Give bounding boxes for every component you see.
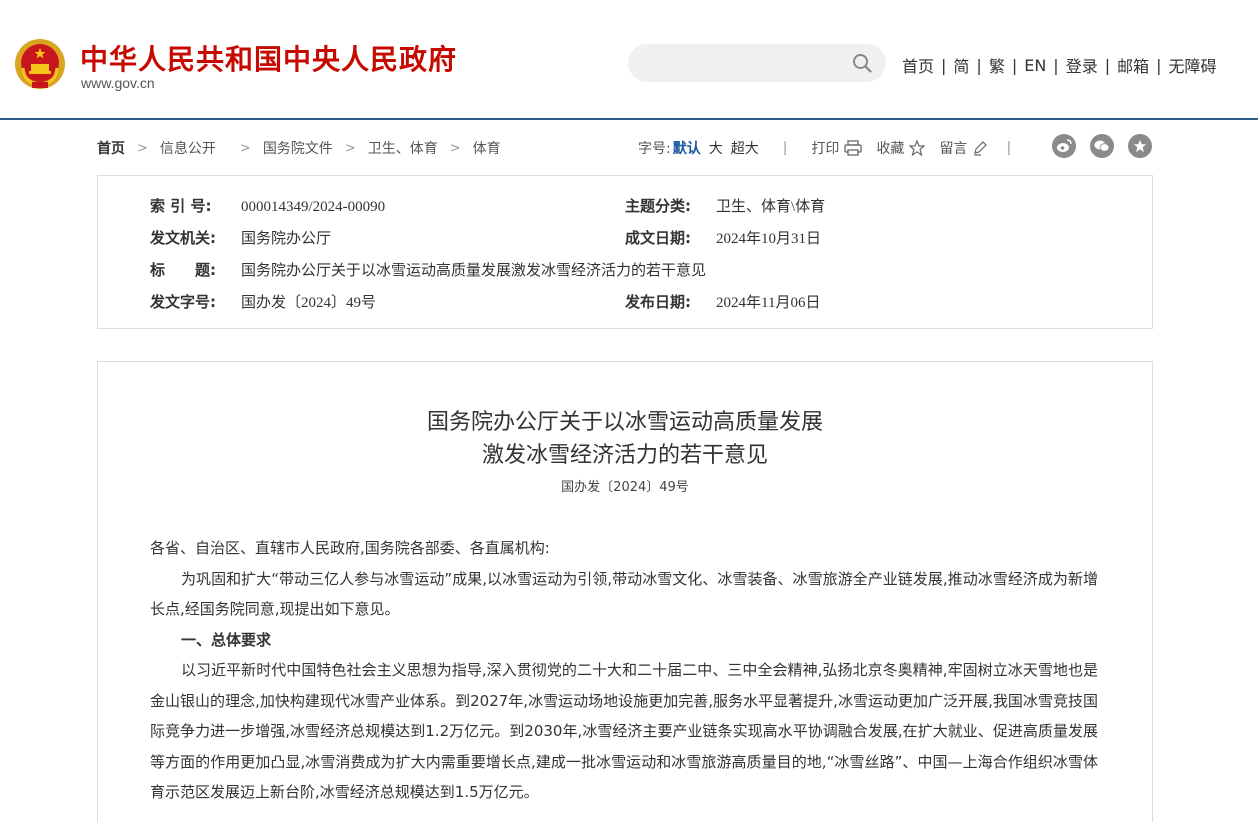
meta-title-label: 标 题: (150, 261, 216, 279)
tools-separator: | (1006, 140, 1012, 156)
nav-english[interactable]: EN (1024, 56, 1046, 75)
share-icons (1052, 134, 1166, 158)
meta-published-row: 发布日期: 2024年11月06日 (625, 291, 820, 312)
meta-docno-row: 发文字号: 国办发〔2024〕49号 (150, 291, 376, 312)
site-title[interactable]: 中华人民共和国中央人民政府 (80, 38, 457, 78)
favorite-label: 收藏 (876, 141, 905, 157)
breadcrumb-state-council-docs[interactable]: 国务院文件 (263, 138, 333, 158)
nav-login[interactable]: 登录 (1066, 53, 1098, 77)
weibo-icon[interactable] (1052, 134, 1076, 158)
favorites-icon[interactable] (1128, 134, 1152, 158)
doc-salutation: 各省、自治区、直辖市人民政府,国务院各部委、各直属机构: (150, 539, 550, 557)
meta-docno-value: 国办发〔2024〕49号 (241, 295, 377, 311)
site-header: 中华人民共和国中央人民政府 www.gov.cn 首页 | 简 | 繁 | EN… (0, 0, 1258, 120)
meta-title-row: 标 题: 国务院办公厅关于以冰雪运动高质量发展激发冰雪经济活力的若干意见 (150, 259, 706, 280)
star-icon (909, 140, 926, 156)
font-size-xlarge[interactable]: 超大 (731, 138, 759, 158)
chevron-right-icon: > (239, 140, 251, 156)
meta-docno-label: 发文字号: (150, 293, 216, 311)
top-nav: 首页 | 简 | 繁 | EN | 登录 | 邮箱 | 无障碍 (902, 53, 1217, 77)
search-input[interactable] (646, 44, 850, 84)
nav-simplified[interactable]: 简 (953, 53, 969, 77)
nav-separator: | (1104, 55, 1111, 75)
nav-traditional[interactable]: 繁 (989, 53, 1005, 77)
font-size-large[interactable]: 大 (709, 138, 723, 158)
print-button[interactable]: 打印 (811, 138, 863, 158)
breadcrumb-sports[interactable]: 体育 (473, 138, 501, 158)
page-tools: 字号: 默认 大 超大 | 打印 收藏 留言 | (638, 138, 1011, 158)
site-url[interactable]: www.gov.cn (81, 75, 155, 91)
document-meta-box: 索 引 号: 000014349/2024-00090 主题分类: 卫生、体育\体育… (97, 175, 1153, 329)
nav-separator: | (976, 55, 982, 75)
breadcrumb-info-public[interactable]: 信息公开 (160, 138, 216, 158)
breadcrumb-health-sports[interactable]: 卫生、体育 (368, 138, 438, 158)
meta-issuer-label: 发文机关: (150, 229, 216, 247)
doc-number: 国办发〔2024〕49号 (561, 480, 689, 495)
doc-paragraph: 为巩固和扩大“带动三亿人参与冰雪运动”成果,以冰雪运动为引领,带动冰雪文化、冰雪… (150, 569, 1098, 619)
chevron-right-icon: > (344, 140, 356, 156)
font-size-label: 字号: (638, 141, 671, 157)
nav-mail[interactable]: 邮箱 (1117, 53, 1149, 77)
comment-label: 留言 (939, 141, 968, 157)
document-content: 国务院办公厅关于以冰雪运动高质量发展 激发冰雪经济活力的若干意见 国办发〔202… (97, 361, 1153, 822)
pencil-icon (974, 141, 988, 156)
tools-separator: | (782, 140, 788, 156)
meta-index-row: 索 引 号: 000014349/2024-00090 (150, 195, 385, 216)
search-icon[interactable] (852, 53, 872, 73)
meta-published-value: 2024年11月06日 (716, 295, 821, 311)
meta-created-label: 成文日期: (625, 229, 691, 247)
printer-icon (844, 140, 863, 156)
meta-created-value: 2024年10月31日 (716, 231, 822, 247)
breadcrumb: 首页 > 信息公开 > 国务院文件 > 卫生、体育 > 体育 (97, 138, 501, 158)
doc-body: 各省、自治区、直辖市人民政府,国务院各部委、各直属机构: 为巩固和扩大“带动三亿… (150, 533, 1098, 808)
nav-separator: | (941, 55, 947, 75)
print-label: 打印 (811, 141, 840, 157)
meta-created-row: 成文日期: 2024年10月31日 (625, 227, 821, 248)
doc-section-heading: 一、总体要求 (181, 630, 272, 649)
nav-separator: | (1053, 55, 1059, 75)
wechat-icon[interactable] (1090, 134, 1114, 158)
search-box[interactable] (628, 44, 886, 84)
nav-separator: | (1156, 55, 1162, 75)
meta-index-value: 000014349/2024-00090 (241, 199, 386, 215)
favorite-button[interactable]: 收藏 (876, 138, 926, 158)
chevron-right-icon: > (137, 140, 148, 156)
comment-button[interactable]: 留言 (939, 138, 988, 158)
chevron-right-icon: > (449, 140, 461, 156)
nav-accessibility[interactable]: 无障碍 (1169, 53, 1217, 77)
nav-separator: | (1011, 55, 1018, 75)
breadcrumb-home[interactable]: 首页 (97, 138, 125, 158)
meta-topic-label: 主题分类: (625, 197, 691, 215)
doc-title-line1: 国务院办公厅关于以冰雪运动高质量发展 (426, 410, 823, 435)
doc-paragraph: 以习近平新时代中国特色社会主义思想为指导,深入贯彻党的二十大和二十届二中、三中全… (150, 661, 1098, 801)
meta-topic-row: 主题分类: 卫生、体育\体育 (625, 195, 825, 216)
nav-home[interactable]: 首页 (902, 53, 934, 77)
meta-topic-value: 卫生、体育\体育 (716, 199, 826, 215)
font-size-default[interactable]: 默认 (673, 138, 701, 158)
breadcrumb-bar: 首页 > 信息公开 > 国务院文件 > 卫生、体育 > 体育 字号: 默认 大 … (97, 132, 1153, 162)
doc-title-line2: 激发冰雪经济活力的若干意见 (481, 443, 768, 468)
meta-title-value: 国务院办公厅关于以冰雪运动高质量发展激发冰雪经济活力的若干意见 (241, 263, 707, 279)
national-emblem-icon[interactable] (14, 38, 66, 90)
meta-published-label: 发布日期: (625, 293, 691, 311)
meta-issuer-value: 国务院办公厅 (241, 231, 332, 247)
meta-index-label: 索 引 号: (150, 197, 212, 215)
meta-issuer-row: 发文机关: 国务院办公厅 (150, 227, 331, 248)
